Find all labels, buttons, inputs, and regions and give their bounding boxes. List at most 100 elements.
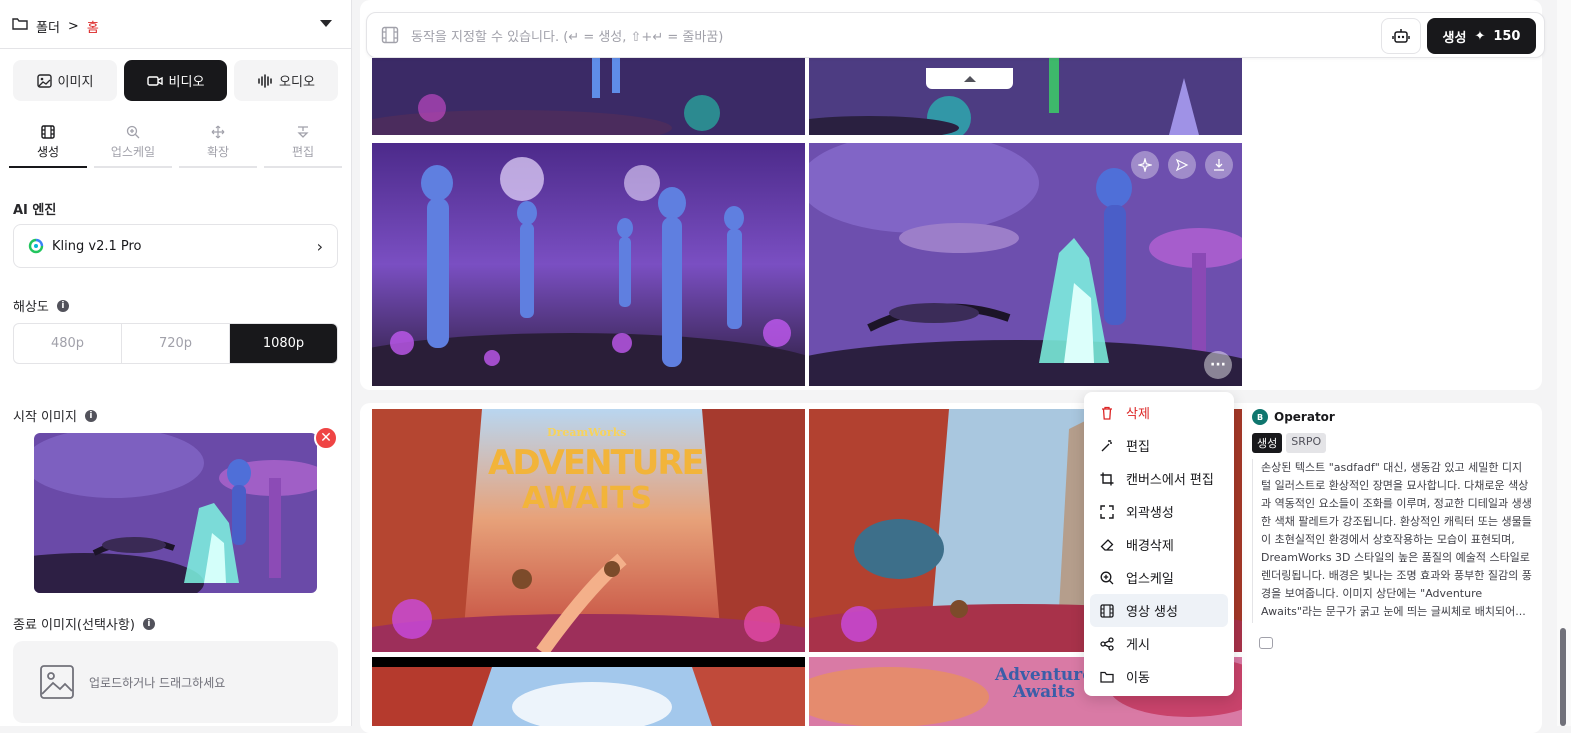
info-icon[interactable]: i — [56, 299, 69, 312]
assistant-button[interactable] — [1381, 18, 1421, 54]
prompt-input[interactable]: 동작을 지정할 수 있습니다. (↵ = 생성, ⇧+↵ = 줄바꿈) — [411, 26, 723, 45]
subtab-generate[interactable]: 생성 — [9, 118, 87, 168]
resolution-segmented: 480p 720p 1080p — [13, 323, 338, 364]
info-icon[interactable]: i — [142, 617, 155, 630]
image-title-line2: AWAITS — [522, 481, 653, 516]
move-icon — [211, 125, 225, 138]
sparkle-icon — [1138, 158, 1152, 172]
resolution-480p[interactable]: 480p — [14, 324, 122, 363]
collapse-button[interactable] — [926, 68, 1013, 89]
media-tab-video-label: 비디오 — [168, 75, 205, 90]
crop-icon — [1100, 472, 1114, 485]
zoom-in-icon — [1100, 571, 1114, 584]
download-button[interactable] — [1205, 151, 1233, 179]
kling-logo-icon — [28, 238, 44, 254]
end-image-label: 종료 이미지(선택사항) i — [13, 614, 155, 633]
divider — [0, 48, 352, 49]
menu-item-edit-canvas[interactable]: 캔버스에서 편집 — [1090, 462, 1228, 495]
media-tab-video[interactable]: 비디오 — [124, 60, 227, 101]
breadcrumb-home[interactable]: 홈 — [87, 17, 99, 36]
robot-icon — [1392, 29, 1410, 43]
generation-info: B Operator 생성 SRPO 손상된 텍스트 "asdfadf" 대신,… — [1252, 409, 1532, 623]
media-tab-image-label: 이미지 — [57, 75, 94, 90]
generated-image[interactable] — [372, 58, 805, 135]
tag-model: SRPO — [1286, 433, 1327, 453]
prompt-description: 손상된 텍스트 "asdfadf" 대신, 생동감 있고 세밀한 디지털 일러스… — [1252, 459, 1532, 623]
generate-button[interactable]: 생성 ✦ 150 — [1427, 18, 1536, 54]
engine-selector[interactable]: Kling v2.1 Pro › — [13, 224, 338, 268]
send-icon — [1175, 158, 1189, 172]
prompt-bar[interactable]: 동작을 지정할 수 있습니다. (↵ = 생성, ⇧+↵ = 줄바꿈) — [366, 12, 1545, 58]
breadcrumb: 폴더 > 홈 — [12, 14, 99, 38]
subtab-generate-label: 생성 — [36, 144, 60, 159]
more-horizontal-icon: ··· — [1210, 357, 1226, 373]
breadcrumb-separator: > — [67, 18, 79, 34]
image-brand-text: DreamWorks — [547, 426, 627, 439]
film-icon — [1100, 603, 1114, 618]
end-image-upload[interactable]: 업로드하거나 드래그하세요 — [13, 641, 338, 723]
subtab-upscale-label: 업스케일 — [110, 144, 156, 159]
chevron-down-icon[interactable] — [320, 20, 332, 27]
scrollbar-thumb[interactable] — [1560, 628, 1566, 726]
subtab-upscale[interactable]: 업스케일 — [94, 118, 172, 168]
generated-image[interactable] — [809, 58, 1242, 135]
upload-text: 업로드하거나 드래그하세요 — [89, 675, 226, 690]
menu-item-outpaint[interactable]: 외곽생성 — [1090, 495, 1228, 528]
media-tab-audio[interactable]: 오디오 — [234, 60, 338, 101]
more-options-button[interactable]: ··· — [1204, 351, 1232, 379]
info-icon[interactable]: i — [84, 409, 97, 422]
engine-label: AI 엔진 — [13, 203, 57, 218]
engine-value: Kling v2.1 Pro — [52, 238, 142, 254]
close-icon: ✕ — [320, 430, 332, 446]
generate-label: 생성 — [1442, 30, 1467, 46]
play-button[interactable] — [1168, 151, 1196, 179]
menu-item-publish[interactable]: 게시 — [1090, 627, 1228, 660]
generated-image-selected[interactable] — [809, 143, 1242, 386]
generated-image[interactable] — [372, 143, 805, 386]
generated-image[interactable]: DreamWorks ADVENTURE AWAITS — [372, 409, 805, 652]
edit-icon — [297, 125, 309, 138]
zoom-in-icon — [126, 125, 140, 138]
context-menu: 삭제 편집 캔버스에서 편집 외곽생성 배경삭제 업스케일 영상 생성 게시 이… — [1084, 392, 1234, 696]
start-image-label: 시작 이미지 i — [13, 406, 97, 425]
subtab-extend[interactable]: 확장 — [179, 118, 257, 168]
video-icon — [146, 75, 163, 86]
remove-image-button[interactable]: ✕ — [314, 426, 338, 450]
start-image-thumbnail[interactable] — [34, 433, 317, 593]
menu-item-delete[interactable]: 삭제 — [1090, 396, 1228, 429]
menu-item-remove-bg[interactable]: 배경삭제 — [1090, 528, 1228, 561]
tag-list: 생성 SRPO — [1252, 433, 1532, 453]
download-icon — [1214, 159, 1224, 171]
trash-icon — [1102, 406, 1112, 420]
film-icon — [41, 124, 55, 139]
author-name: Operator — [1274, 410, 1335, 424]
comment-icon[interactable] — [1259, 637, 1273, 649]
credits-count: 150 — [1493, 28, 1521, 44]
media-tab-audio-label: 오디오 — [279, 75, 315, 90]
film-icon — [381, 26, 399, 44]
scrollbar[interactable] — [1557, 0, 1571, 726]
menu-item-move[interactable]: 이동 — [1090, 660, 1228, 693]
breadcrumb-folder[interactable]: 폴더 — [36, 17, 60, 36]
subtab-edit-label: 편집 — [291, 144, 315, 159]
audio-wave-icon — [258, 73, 272, 88]
subtab-extend-label: 확장 — [206, 144, 230, 159]
sparkle-button[interactable] — [1131, 151, 1159, 179]
menu-item-edit[interactable]: 편집 — [1090, 429, 1228, 462]
eraser-icon — [1100, 538, 1114, 551]
magic-wand-icon — [1101, 439, 1112, 451]
share-icon — [1100, 636, 1114, 651]
sidebar: 폴더 > 홈 이미지 비디오 오디오 생성 업스케일 확장 편집 AI 엔진 K… — [0, 0, 352, 726]
resolution-1080p[interactable]: 1080p — [230, 324, 337, 363]
menu-item-generate-video[interactable]: 영상 생성 — [1090, 594, 1228, 627]
resolution-720p[interactable]: 720p — [122, 324, 230, 363]
chevron-right-icon: › — [316, 236, 323, 256]
generated-image[interactable] — [372, 657, 805, 726]
expand-icon — [1100, 504, 1114, 519]
menu-item-upscale[interactable]: 업스케일 — [1090, 561, 1228, 594]
subtab-edit[interactable]: 편집 — [264, 118, 342, 168]
image-title-line1: ADVENTURE — [488, 443, 705, 483]
folder-icon[interactable] — [12, 17, 28, 35]
media-tab-image[interactable]: 이미지 — [13, 60, 117, 101]
avatar: B — [1252, 409, 1268, 425]
